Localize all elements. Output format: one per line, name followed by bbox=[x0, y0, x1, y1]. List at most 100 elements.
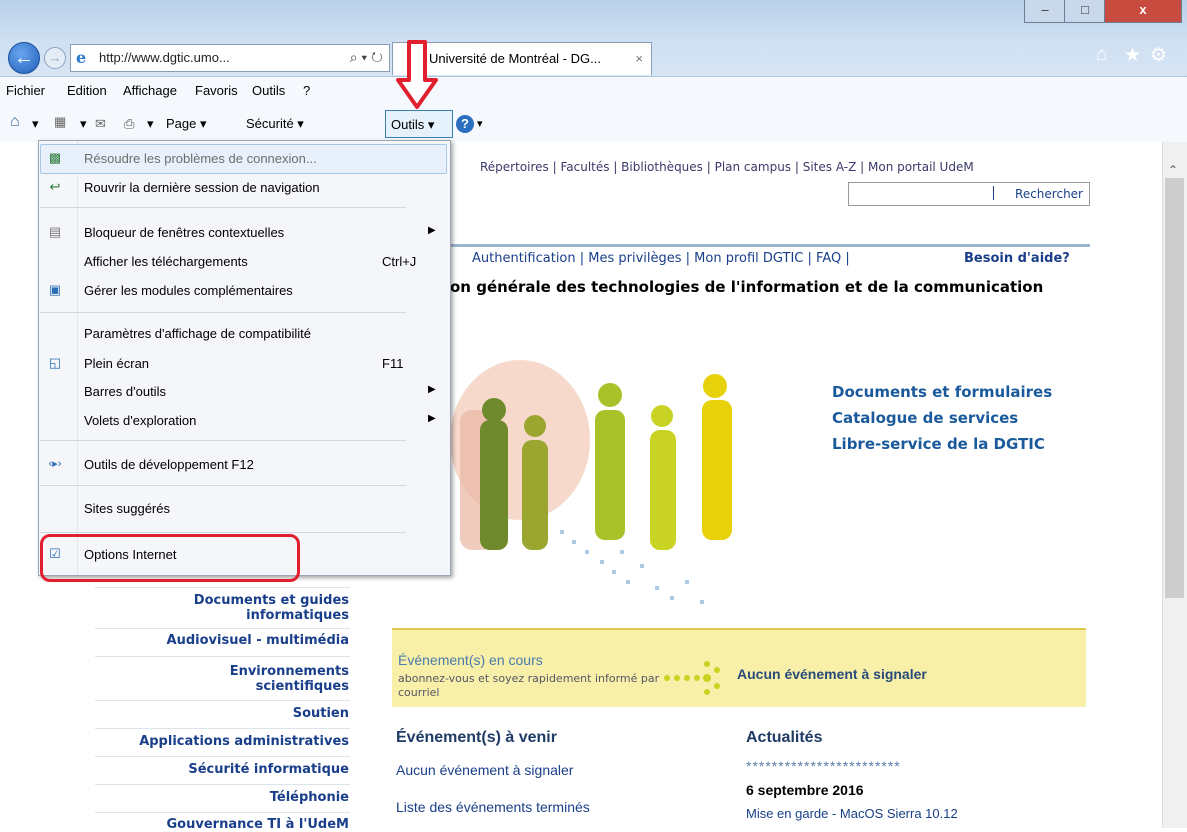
menu-item-shortcut: F11 bbox=[382, 356, 404, 371]
print-dropdown-icon[interactable]: ▾ bbox=[147, 116, 154, 132]
forward-button[interactable]: → bbox=[44, 47, 66, 69]
submenu-arrow-icon: ▶ bbox=[428, 413, 436, 424]
menu-item-label: Plein écran bbox=[84, 356, 150, 371]
menu-item-plein-ecran[interactable]: ◱ Plein écran F11 bbox=[38, 350, 449, 376]
options-internet-highlight bbox=[40, 534, 300, 582]
help-icon[interactable]: ? bbox=[456, 115, 474, 133]
menu-item-label: Paramètres d'affichage de compatibilité bbox=[84, 326, 311, 341]
link-documents-formulaires[interactable]: Documents et formulaires bbox=[832, 383, 1052, 401]
feeds-dropdown-icon[interactable]: ▾ bbox=[80, 116, 87, 132]
command-bar: ⌂ ▾ ▦ ▾ ✉ ⎙ ▾ Page ▾ Sécurité ▾ bbox=[0, 104, 1187, 143]
window-controls: – □ x bbox=[1024, 0, 1182, 24]
menu-bar: Fichier Edition Affichage Favoris Outils… bbox=[0, 76, 1187, 105]
menu-item-telechargements[interactable]: Afficher les téléchargements Ctrl+J bbox=[38, 248, 449, 274]
favorites-star-icon[interactable]: ★ bbox=[1124, 44, 1141, 67]
menu-item-devtools[interactable]: ‹▸› Outils de développement F12 bbox=[38, 451, 449, 477]
leftnav-environnements[interactable]: Environnements scientifiques bbox=[230, 664, 349, 694]
help-dropdown-icon[interactable]: ▾ bbox=[477, 117, 483, 130]
home-dropdown-icon[interactable]: ▾ bbox=[32, 116, 39, 132]
menu-separator bbox=[40, 312, 406, 313]
help-link[interactable]: Besoin d'aide? bbox=[964, 251, 1070, 266]
leftnav-label: Documents et guides bbox=[193, 593, 349, 608]
print-icon[interactable]: ⎙ bbox=[124, 116, 134, 132]
maximize-button[interactable]: □ bbox=[1064, 0, 1106, 23]
link-catalogue-services[interactable]: Catalogue de services bbox=[832, 409, 1018, 427]
menu-item-label: Sites suggérés bbox=[84, 501, 170, 516]
leftnav-documents-guides[interactable]: Documents et guides informatiques bbox=[194, 593, 349, 623]
leftnav-soutien[interactable]: Soutien bbox=[293, 706, 349, 721]
leftnav-securite[interactable]: Sécurité informatique bbox=[188, 762, 349, 777]
menu-item-label: Afficher les téléchargements bbox=[84, 254, 248, 269]
feeds-icon[interactable]: ▦ bbox=[54, 114, 66, 130]
auth-links[interactable]: Authentification | Mes privilèges | Mon … bbox=[472, 251, 850, 266]
menu-item-barres-outils[interactable]: Barres d'outils ▶ bbox=[38, 378, 449, 404]
leftnav-label: Environnements bbox=[229, 664, 349, 679]
security-menu-button[interactable]: Sécurité ▾ bbox=[246, 116, 304, 132]
menu-item-resoudre[interactable]: ▩ Résoudre les problèmes de connexion... bbox=[38, 145, 449, 171]
menu-item-label: Barres d'outils bbox=[84, 384, 166, 399]
search-divider bbox=[993, 186, 994, 200]
leftnav-telephonie[interactable]: Téléphonie bbox=[270, 790, 349, 805]
menu-edition[interactable]: Edition bbox=[67, 83, 107, 98]
hero-illustration bbox=[450, 360, 732, 604]
tab-title: Université de Montréal - DG... bbox=[429, 51, 601, 66]
menu-item-volets[interactable]: Volets d'exploration ▶ bbox=[38, 407, 449, 433]
news-stars: ************************ bbox=[746, 758, 901, 774]
menu-separator bbox=[40, 207, 406, 208]
scroll-up-icon[interactable]: ⌃ bbox=[1168, 163, 1178, 177]
menu-item-modules[interactable]: ▣ Gérer les modules complémentaires bbox=[38, 277, 449, 303]
menu-item-bloqueur[interactable]: ▤ Bloqueur de fenêtres contextuelles ▶ bbox=[38, 219, 449, 245]
menu-item-sites-suggeres[interactable]: Sites suggérés bbox=[38, 495, 449, 521]
address-tools[interactable]: ⌕ ▾ ↻ bbox=[350, 49, 383, 66]
menu-item-compatibilite[interactable]: Paramètres d'affichage de compatibilité bbox=[38, 320, 449, 346]
tools-menu-label: Outils ▾ bbox=[391, 117, 435, 132]
menu-item-rouvrir[interactable]: ↩ Rouvrir la dernière session de navigat… bbox=[38, 174, 449, 200]
menu-help[interactable]: ? bbox=[303, 83, 310, 98]
menu-affichage[interactable]: Affichage bbox=[123, 83, 177, 98]
upcoming-events-none: Aucun événement à signaler bbox=[396, 762, 574, 778]
menu-item-label: Outils de développement F12 bbox=[84, 457, 254, 472]
red-down-arrow-icon bbox=[396, 40, 438, 109]
leftnav-gouvernance[interactable]: Gouvernance TI à l'UdeM bbox=[167, 817, 349, 832]
menu-separator bbox=[40, 532, 406, 533]
top-links[interactable]: Répertoires | Facultés | Bibliothèques |… bbox=[480, 160, 974, 174]
finished-events-link[interactable]: Liste des événements terminés bbox=[396, 799, 590, 815]
leftnav-label: informatiques bbox=[246, 608, 349, 623]
news-title: Actualités bbox=[746, 729, 823, 746]
menu-separator bbox=[40, 440, 406, 441]
menu-outils[interactable]: Outils bbox=[252, 83, 285, 98]
back-button[interactable]: ← bbox=[8, 42, 40, 74]
tools-menu-button[interactable]: Outils ▾ bbox=[385, 110, 453, 138]
nav-divider bbox=[95, 628, 350, 629]
menu-favoris[interactable]: Favoris bbox=[195, 83, 238, 98]
addons-icon: ▣ bbox=[48, 282, 62, 297]
nav-divider bbox=[95, 587, 350, 588]
close-window-button[interactable]: x bbox=[1104, 0, 1182, 23]
leftnav-applications[interactable]: Applications administratives bbox=[139, 734, 349, 749]
page-menu-button[interactable]: Page ▾ bbox=[166, 116, 207, 132]
search-input[interactable]: Rechercher bbox=[848, 182, 1090, 206]
link-libre-service[interactable]: Libre-service de la DGTIC bbox=[832, 435, 1045, 453]
mail-icon[interactable]: ✉ bbox=[95, 116, 106, 132]
news-date: 6 septembre 2016 bbox=[746, 782, 864, 798]
current-events-title[interactable]: Événement(s) en cours bbox=[398, 652, 543, 668]
home-icon[interactable]: ⌂ bbox=[1096, 44, 1107, 66]
current-events-subtitle: abonnez-vous et soyez rapidement informé… bbox=[398, 672, 660, 699]
nav-divider bbox=[95, 812, 350, 813]
home-icon[interactable]: ⌂ bbox=[10, 113, 20, 131]
scrollbar-thumb[interactable] bbox=[1165, 178, 1184, 598]
news-item-link[interactable]: Mise en garde - MacOS Sierra 10.12 bbox=[746, 806, 958, 821]
tab-close-icon[interactable]: × bbox=[635, 51, 643, 66]
address-bar[interactable]: e http://www.dgtic.umo... ⌕ ▾ ↻ bbox=[70, 44, 390, 72]
nav-divider bbox=[95, 700, 350, 701]
menu-fichier[interactable]: Fichier bbox=[6, 83, 45, 98]
menu-item-label: Résoudre les problèmes de connexion... bbox=[84, 151, 317, 166]
ie-logo-icon: e bbox=[76, 48, 87, 67]
search-button[interactable]: Rechercher bbox=[1015, 187, 1083, 201]
current-events-none: Aucun événement à signaler bbox=[737, 666, 927, 682]
fullscreen-icon: ◱ bbox=[48, 355, 62, 370]
leftnav-audiovisuel[interactable]: Audiovisuel - multimédia bbox=[167, 633, 349, 648]
minimize-button[interactable]: – bbox=[1024, 0, 1066, 23]
menu-item-shortcut: Ctrl+J bbox=[382, 254, 417, 269]
settings-gear-icon[interactable]: ⚙ bbox=[1150, 44, 1167, 67]
